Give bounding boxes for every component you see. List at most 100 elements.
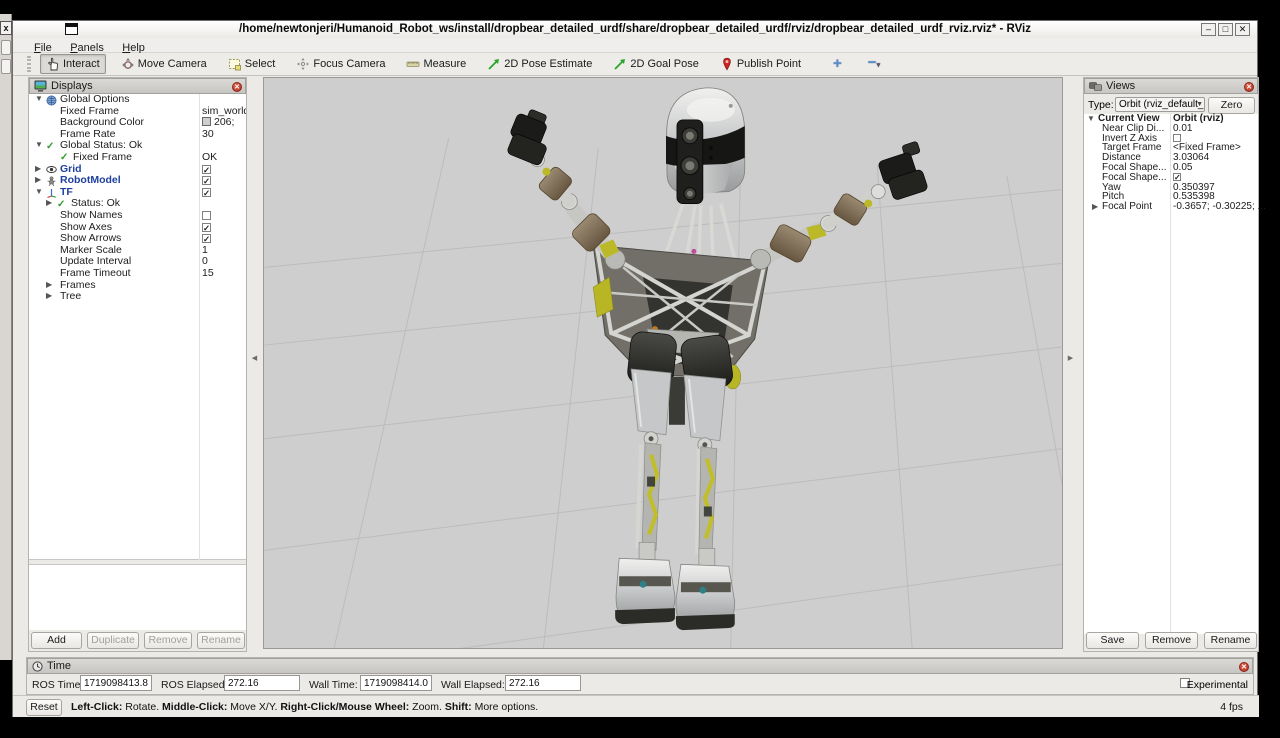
robot-left-fist (503, 105, 559, 166)
remove-tool-button[interactable]: −▾ (868, 56, 880, 73)
robot-icon (46, 176, 57, 187)
expander-open-icon[interactable]: ▼ (35, 94, 43, 105)
focal-shape-checkbox[interactable]: ✓ (1173, 173, 1181, 181)
experimental-label: Experimental (1187, 679, 1248, 691)
goal-pose-tool-button[interactable]: 2D Goal Pose (607, 54, 704, 74)
show-names-checkbox[interactable] (202, 211, 211, 220)
ros-time-input[interactable] (80, 675, 152, 691)
time-panel-header[interactable]: Time ✕ (27, 658, 1253, 674)
displays-icon (34, 80, 47, 92)
robot-head (666, 88, 745, 204)
displays-panel: Displays ✕ ▼ Global Options Fixed Frame … (28, 77, 247, 652)
display-row-show-arrows[interactable]: Show Arrows ✓ (29, 233, 246, 245)
move-camera-icon (121, 57, 135, 71)
wall-elapsed-label: Wall Elapsed: (441, 679, 505, 691)
add-display-button[interactable]: Add (31, 632, 82, 649)
expander-open-icon[interactable]: ▼ (35, 186, 43, 198)
rename-view-button[interactable]: Rename (1204, 632, 1257, 649)
displays-close-icon[interactable]: ✕ (232, 82, 242, 92)
views-close-icon[interactable]: ✕ (1244, 82, 1254, 92)
robot-right-shin (697, 447, 717, 557)
display-row-global-options[interactable]: ▼ Global Options (29, 94, 246, 106)
maximize-button[interactable]: □ (1218, 23, 1233, 36)
pose-estimate-tool-button[interactable]: 2D Pose Estimate (481, 54, 598, 74)
title-bar[interactable]: /home/newtonjeri/Humanoid_Robot_ws/insta… (13, 21, 1257, 38)
remove-view-button[interactable]: Remove (1145, 632, 1198, 649)
display-row-tf[interactable]: ▼ TF ✓ (29, 187, 246, 199)
displays-tree[interactable]: ▼ Global Options Fixed Frame sim_world B… (29, 94, 246, 560)
displays-panel-header[interactable]: Displays ✕ (29, 78, 246, 94)
expander-closed-icon[interactable]: ▶ (46, 279, 52, 291)
expander-closed-icon[interactable]: ▶ (46, 197, 52, 209)
expander-closed-icon[interactable]: ▶ (1092, 201, 1098, 213)
render-viewport-3d[interactable] (263, 77, 1063, 649)
show-arrows-checkbox[interactable]: ✓ (202, 234, 211, 243)
add-tool-button[interactable]: + (833, 57, 842, 71)
focus-camera-icon (296, 57, 310, 71)
view-type-dropdown[interactable]: Orbit (rviz_default_ ▼ (1115, 97, 1205, 112)
status-bar: Reset Left-Click: Rotate. Middle-Click: … (13, 695, 1259, 717)
expander-open-icon[interactable]: ▼ (35, 139, 43, 151)
zero-button[interactable]: Zero (1208, 97, 1255, 114)
wall-time-input[interactable] (360, 675, 432, 691)
ros-elapsed-input[interactable] (224, 675, 300, 691)
publish-point-tool-button[interactable]: Publish Point (714, 54, 807, 74)
time-close-icon[interactable]: ✕ (1239, 662, 1249, 672)
views-panel-header[interactable]: Views ✕ (1084, 78, 1258, 94)
green-arrow-icon (613, 57, 627, 71)
robot-left-shin (637, 443, 661, 551)
robotmodel-enabled-checkbox[interactable]: ✓ (202, 176, 211, 185)
display-row-tree[interactable]: ▶ Tree (29, 291, 246, 303)
display-row-fixed-frame-status[interactable]: ✓ Fixed Frame OK (29, 152, 246, 164)
reset-button[interactable]: Reset (26, 699, 62, 716)
close-button[interactable]: ✕ (1235, 23, 1250, 36)
views-icon (1089, 81, 1102, 92)
expander-closed-icon[interactable]: ▶ (35, 163, 41, 175)
rename-display-button[interactable]: Rename (197, 632, 245, 649)
display-row-show-names[interactable]: Show Names (29, 210, 246, 222)
robot-left-foot (615, 542, 675, 624)
wall-elapsed-input[interactable] (505, 675, 581, 691)
view-row-focal-point[interactable]: ▶ Focal Point -0.3657; -0.30225; ... (1084, 202, 1258, 212)
display-row-robotmodel[interactable]: ▶ RobotModel ✓ (29, 175, 246, 187)
mouse-help-text: Left-Click: Rotate. Middle-Click: Move X… (71, 701, 538, 713)
measure-icon (406, 57, 420, 71)
background-window-strip: x (0, 14, 12, 660)
column-separator (1170, 114, 1171, 634)
strip-button[interactable] (1, 59, 11, 74)
toolbar-grip[interactable] (27, 56, 31, 72)
right-dock-collapse-handle[interactable]: ▶ (1066, 343, 1075, 373)
ros-elapsed-label: ROS Elapsed: (161, 679, 228, 691)
status-ok-check-icon: ✓ (60, 152, 71, 163)
expander-closed-icon[interactable]: ▶ (46, 290, 52, 302)
measure-tool-button[interactable]: Measure (400, 54, 472, 74)
remove-display-button[interactable]: Remove (144, 632, 192, 649)
show-axes-checkbox[interactable]: ✓ (202, 223, 211, 232)
save-view-button[interactable]: Save (1086, 632, 1139, 649)
time-panel: Time ✕ ROS Time: ROS Elapsed: Wall Time:… (26, 657, 1254, 695)
interact-tool-button[interactable]: Interact (40, 54, 106, 74)
focus-camera-tool-button[interactable]: Focus Camera (290, 54, 391, 74)
move-camera-tool-button[interactable]: Move Camera (115, 54, 213, 74)
ros-time-label: ROS Time: (32, 679, 83, 691)
duplicate-display-button[interactable]: Duplicate (87, 632, 139, 649)
select-tool-button[interactable]: Select (222, 54, 282, 74)
clock-icon (32, 661, 43, 672)
red-pin-icon (720, 57, 734, 71)
strip-close-button[interactable]: x (0, 21, 12, 35)
expander-closed-icon[interactable]: ▶ (35, 174, 41, 186)
tf-enabled-checkbox[interactable]: ✓ (202, 188, 211, 197)
menu-bar: File Panels Help (13, 38, 1257, 53)
grid-enabled-checkbox[interactable]: ✓ (202, 165, 211, 174)
display-row-frame-timeout[interactable]: Frame Timeout 15 (29, 268, 246, 280)
eye-icon (46, 164, 57, 175)
green-arrow-icon (487, 57, 501, 71)
invert-z-checkbox[interactable] (1173, 134, 1181, 142)
time-fields: ROS Time: ROS Elapsed: Wall Time: Wall E… (27, 674, 1253, 695)
left-dock-collapse-handle[interactable]: ◀ (250, 343, 259, 373)
color-swatch (202, 117, 211, 126)
views-tree[interactable]: ▼ Current View Orbit (rviz) Near Clip Di… (1084, 114, 1258, 634)
minimize-button[interactable]: – (1201, 23, 1216, 36)
strip-button[interactable] (1, 40, 11, 55)
views-type-row: Type: Orbit (rviz_default_ ▼ Zero (1084, 96, 1258, 113)
